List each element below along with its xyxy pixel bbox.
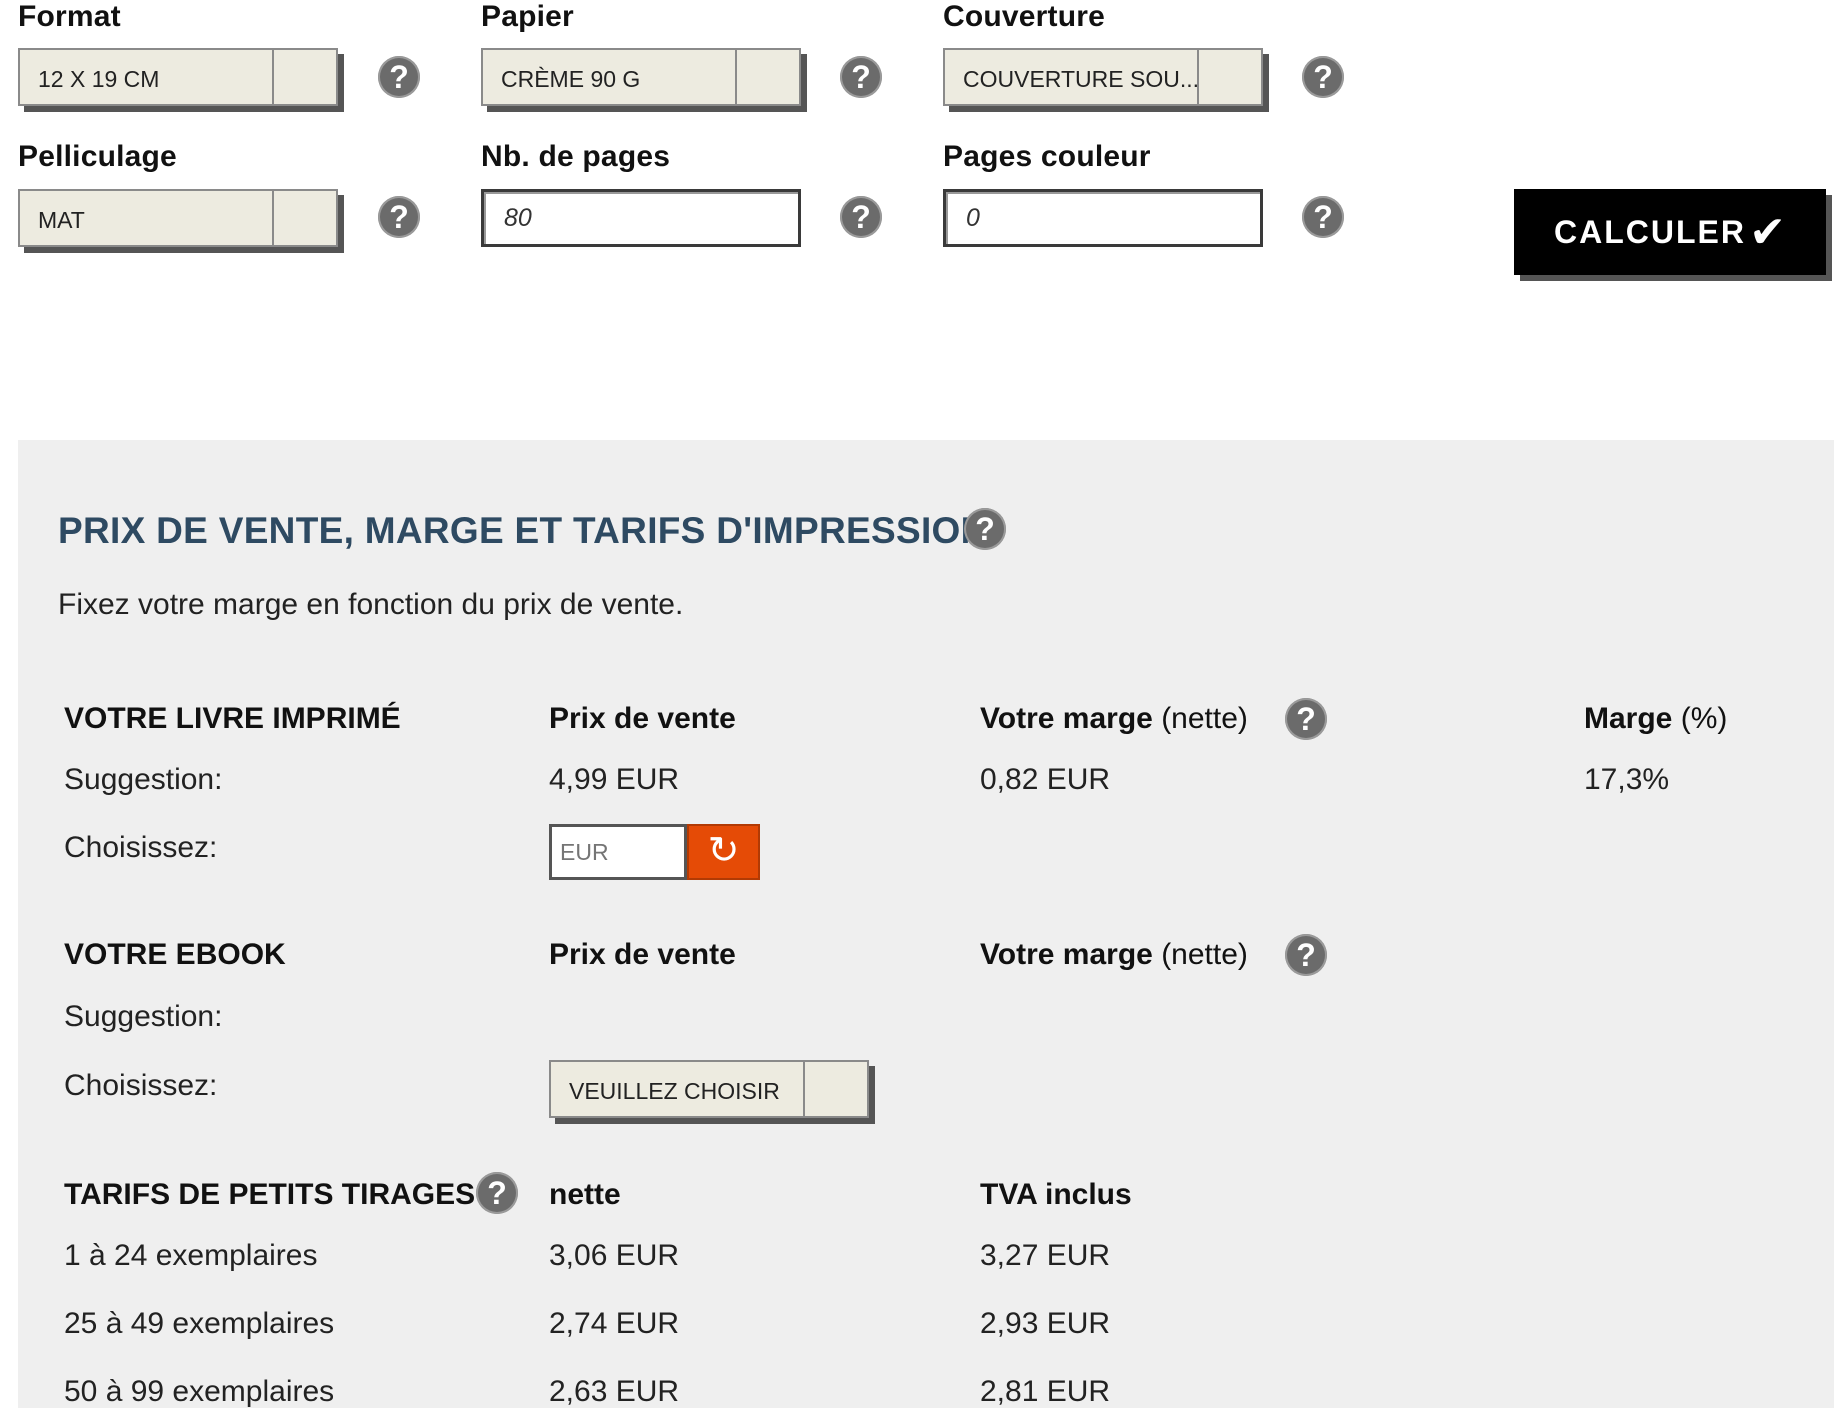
printed-col-pct: Marge (%) <box>1584 702 1727 736</box>
tirage-row-label: 50 à 99 exemplaires <box>64 1375 335 1408</box>
tirage-row-tva: 2,93 EUR <box>980 1307 1111 1340</box>
ebook-col-margin-text: Votre marge <box>980 938 1153 971</box>
panel-description: Fixez votre marge en fonction du prix de… <box>58 588 684 621</box>
price-eur-input[interactable] <box>549 824 687 880</box>
ebook-price-select[interactable]: VEUILLEZ CHOISIR <box>549 1060 869 1118</box>
printed-heading: VOTRE LIVRE IMPRIMÉ <box>64 702 401 735</box>
printed-choose-label: Choisissez: <box>64 831 218 864</box>
tirage-row-net: 2,63 EUR <box>549 1375 680 1408</box>
pelliculage-label: Pelliculage <box>18 140 177 173</box>
nb-pages-input[interactable] <box>481 189 801 247</box>
help-icon[interactable]: ? <box>1302 196 1344 238</box>
printed-col-pct-sub: (%) <box>1680 702 1728 735</box>
help-icon[interactable]: ? <box>1285 934 1327 976</box>
tirages-col-net: nette <box>549 1178 621 1211</box>
help-icon[interactable]: ? <box>1285 698 1327 740</box>
printed-suggestion-label: Suggestion: <box>64 763 223 796</box>
chevron-down-icon <box>1197 50 1261 104</box>
couverture-label: Couverture <box>943 0 1106 33</box>
printed-col-margin-sub: (nette) <box>1161 702 1248 735</box>
ebook-col-price: Prix de vente <box>549 938 736 971</box>
check-icon: ✔ <box>1749 208 1786 257</box>
ebook-col-margin: Votre marge (nette) <box>980 938 1248 972</box>
tirages-heading: TARIFS DE PETITS TIRAGES <box>64 1178 476 1211</box>
printed-col-margin: Votre marge (nette) <box>980 702 1248 736</box>
help-icon[interactable]: ? <box>1302 56 1344 98</box>
pelliculage-value: MAT <box>38 207 85 233</box>
ebook-heading: VOTRE EBOOK <box>64 938 286 971</box>
chevron-down-icon <box>803 1062 867 1116</box>
chevron-down-icon <box>735 50 799 104</box>
pages-couleur-label: Pages couleur <box>943 140 1151 173</box>
printed-col-margin-text: Votre marge <box>980 702 1153 735</box>
help-icon[interactable]: ? <box>964 508 1006 550</box>
papier-value: CRÈME 90 G <box>501 66 641 92</box>
calculer-button[interactable]: CALCULER ✔ <box>1514 189 1826 275</box>
papier-label: Papier <box>481 0 574 33</box>
help-icon[interactable]: ? <box>840 196 882 238</box>
format-label: Format <box>18 0 121 33</box>
format-select[interactable]: 12 X 19 CM <box>18 48 338 106</box>
tirage-row-net: 2,74 EUR <box>549 1307 680 1340</box>
couverture-select[interactable]: COUVERTURE SOU... <box>943 48 1263 106</box>
refresh-button[interactable]: ↻ <box>687 824 760 880</box>
printed-col-pct-text: Marge <box>1584 702 1673 735</box>
panel-title: PRIX DE VENTE, MARGE ET TARIFS D'IMPRESS… <box>58 510 988 551</box>
papier-select[interactable]: CRÈME 90 G <box>481 48 801 106</box>
tirage-row-tva: 3,27 EUR <box>980 1239 1111 1272</box>
ebook-price-value: VEUILLEZ CHOISIR <box>569 1078 780 1104</box>
help-icon[interactable]: ? <box>840 56 882 98</box>
calculer-label: CALCULER <box>1554 214 1746 250</box>
format-value: 12 X 19 CM <box>38 66 160 92</box>
printed-suggestion-margin: 0,82 EUR <box>980 763 1111 796</box>
printed-suggestion-pct: 17,3% <box>1584 763 1670 796</box>
couverture-value: COUVERTURE SOU... <box>963 66 1199 92</box>
ebook-suggestion-label: Suggestion: <box>64 1000 223 1033</box>
printed-col-price: Prix de vente <box>549 702 736 735</box>
tirages-col-tva: TVA inclus <box>980 1178 1132 1211</box>
chevron-down-icon <box>272 50 336 104</box>
pricing-panel: PRIX DE VENTE, MARGE ET TARIFS D'IMPRESS… <box>18 440 1834 1408</box>
pelliculage-select[interactable]: MAT <box>18 189 338 247</box>
help-icon[interactable]: ? <box>378 196 420 238</box>
ebook-col-margin-sub: (nette) <box>1161 938 1248 971</box>
nb-pages-label: Nb. de pages <box>481 140 671 173</box>
help-icon[interactable]: ? <box>476 1172 518 1214</box>
help-icon[interactable]: ? <box>378 56 420 98</box>
tirage-row-label: 1 à 24 exemplaires <box>64 1239 318 1272</box>
printed-suggestion-price: 4,99 EUR <box>549 763 680 796</box>
tirage-row-label: 25 à 49 exemplaires <box>64 1307 335 1340</box>
pages-couleur-input[interactable] <box>943 189 1263 247</box>
refresh-icon: ↻ <box>707 830 740 872</box>
tirage-row-net: 3,06 EUR <box>549 1239 680 1272</box>
chevron-down-icon <box>272 191 336 245</box>
ebook-choose-label: Choisissez: <box>64 1069 218 1102</box>
tirage-row-tva: 2,81 EUR <box>980 1375 1111 1408</box>
